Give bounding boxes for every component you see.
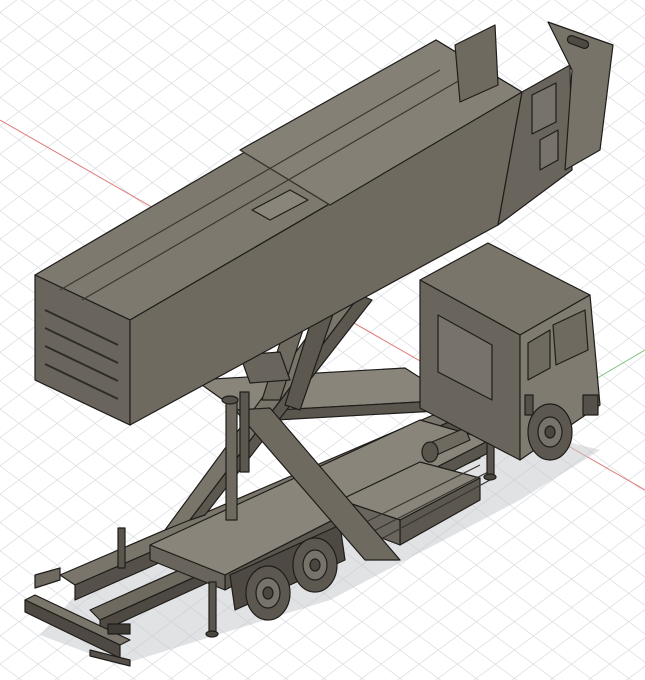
grid-line: [0, 0, 19, 680]
grid-line: [625, 665, 645, 680]
front-wheel: [527, 403, 573, 461]
stair-truck-model[interactable]: [24, 21, 614, 667]
cad-viewport[interactable]: [0, 0, 645, 680]
viewport-canvas[interactable]: [0, 0, 645, 680]
